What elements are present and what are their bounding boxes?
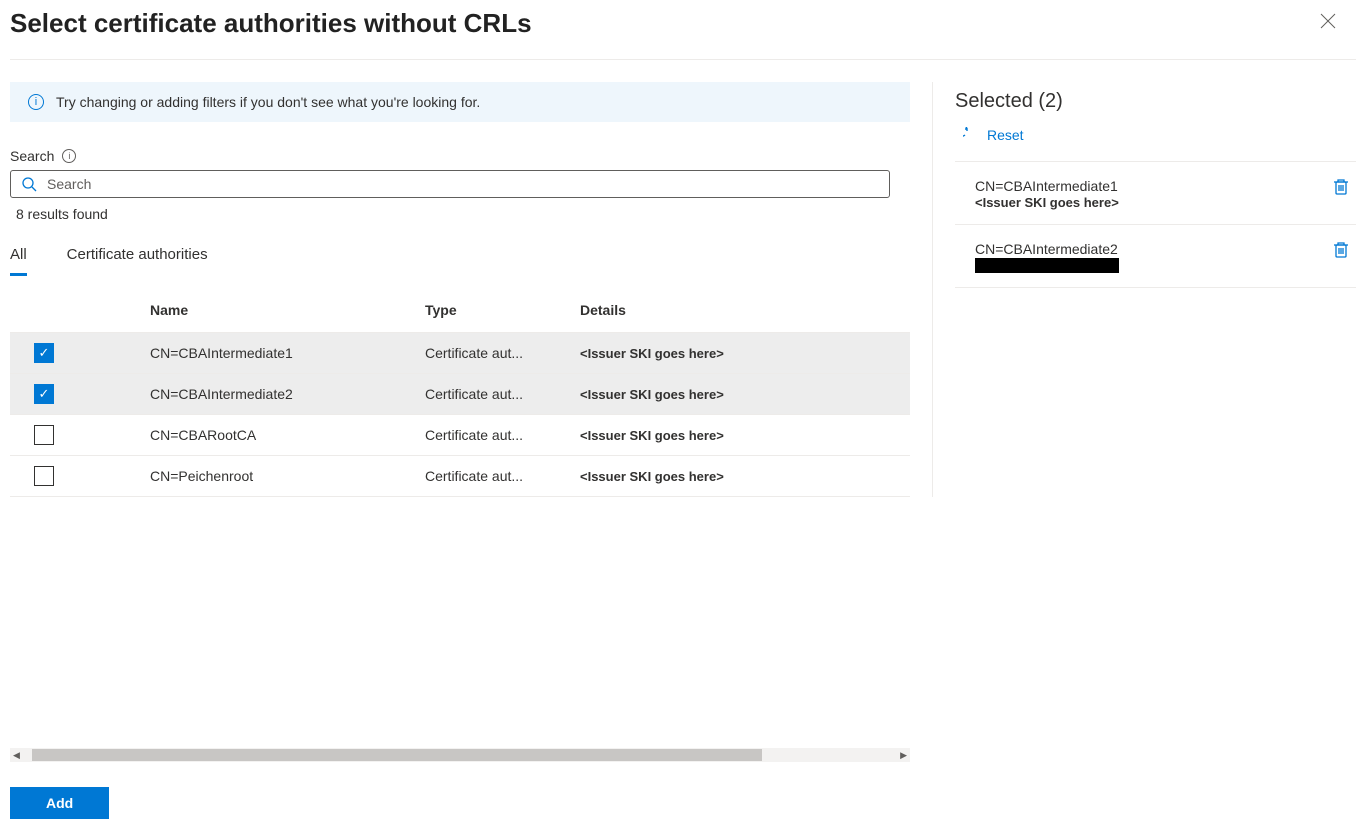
divider xyxy=(10,59,1356,60)
col-details[interactable]: Details xyxy=(580,302,910,318)
selected-name: CN=CBAIntermediate1 xyxy=(975,178,1119,194)
selected-detail: <Issuer SKI goes here> xyxy=(975,195,1119,210)
header: Select certificate authorities without C… xyxy=(0,0,1366,59)
col-type[interactable]: Type xyxy=(425,302,580,318)
results-count: 8 results found xyxy=(16,206,910,222)
page-title: Select certificate authorities without C… xyxy=(10,8,532,39)
cell-details: <Issuer SKI goes here> xyxy=(580,428,910,443)
selected-item: CN=CBAIntermediate2 <Issuer SKI goes her… xyxy=(955,225,1356,288)
footer: Add xyxy=(0,785,119,821)
table-row[interactable]: CN=Peichenroot Certificate aut... <Issue… xyxy=(10,456,910,497)
cell-type: Certificate aut... xyxy=(425,427,555,443)
selected-title: Selected (2) xyxy=(955,90,1356,113)
cell-name: CN=CBARootCA xyxy=(150,427,425,443)
selected-list: CN=CBAIntermediate1 <Issuer SKI goes her… xyxy=(955,161,1356,288)
close-icon[interactable] xyxy=(1312,8,1344,39)
cell-name: CN=CBAIntermediate2 xyxy=(150,386,425,402)
search-input[interactable] xyxy=(45,175,879,193)
trash-icon[interactable] xyxy=(1332,241,1350,259)
tab-cert-auth[interactable]: Certificate authorities xyxy=(67,240,208,276)
undo-icon xyxy=(963,127,979,143)
cell-details: <Issuer SKI goes here> xyxy=(580,469,910,484)
help-icon[interactable]: i xyxy=(62,149,76,163)
scroll-right-icon[interactable]: ▶ xyxy=(900,750,907,761)
search-label: Search i xyxy=(10,148,910,164)
table-row[interactable]: ✓ CN=CBAIntermediate2 Certificate aut...… xyxy=(10,374,910,415)
search-field[interactable] xyxy=(10,170,890,198)
trash-icon[interactable] xyxy=(1332,178,1350,196)
cell-details: <Issuer SKI goes here> xyxy=(580,346,910,361)
selected-name: CN=CBAIntermediate2 xyxy=(975,241,1119,257)
info-text: Try changing or adding filters if you do… xyxy=(56,94,480,110)
search-icon xyxy=(21,176,37,192)
tab-all[interactable]: All xyxy=(10,240,27,276)
selected-detail: <Issuer SKI goes here> xyxy=(975,258,1119,273)
left-column: i Try changing or adding filters if you … xyxy=(10,82,910,497)
cell-type: Certificate aut... xyxy=(425,468,555,484)
horizontal-scrollbar[interactable]: ◀ ▶ xyxy=(10,748,910,762)
info-icon: i xyxy=(28,94,44,110)
cell-details: <Issuer SKI goes here> xyxy=(580,387,910,402)
tabs: All Certificate authorities xyxy=(10,240,910,276)
checkbox[interactable] xyxy=(34,425,54,445)
selected-item: CN=CBAIntermediate1 <Issuer SKI goes her… xyxy=(955,162,1356,225)
scroll-left-icon[interactable]: ◀ xyxy=(13,750,20,761)
cell-name: CN=Peichenroot xyxy=(150,468,425,484)
table-header: Name Type Details xyxy=(10,288,910,333)
cell-type: Certificate aut... xyxy=(425,386,555,402)
checkbox[interactable]: ✓ xyxy=(34,343,54,363)
table-row[interactable]: ✓ CN=CBAIntermediate1 Certificate aut...… xyxy=(10,333,910,374)
col-name[interactable]: Name xyxy=(150,302,425,318)
table-row[interactable]: CN=CBARootCA Certificate aut... <Issuer … xyxy=(10,415,910,456)
cell-name: CN=CBAIntermediate1 xyxy=(150,345,425,361)
checkbox[interactable]: ✓ xyxy=(34,384,54,404)
cell-type: Certificate aut... xyxy=(425,345,555,361)
right-column: Selected (2) Reset CN=CBAIntermediate1 <… xyxy=(932,82,1356,497)
checkbox[interactable] xyxy=(34,466,54,486)
scrollbar-thumb[interactable] xyxy=(32,749,762,761)
reset-link[interactable]: Reset xyxy=(963,127,1024,143)
info-message: i Try changing or adding filters if you … xyxy=(10,82,910,122)
add-button[interactable]: Add xyxy=(10,787,109,819)
